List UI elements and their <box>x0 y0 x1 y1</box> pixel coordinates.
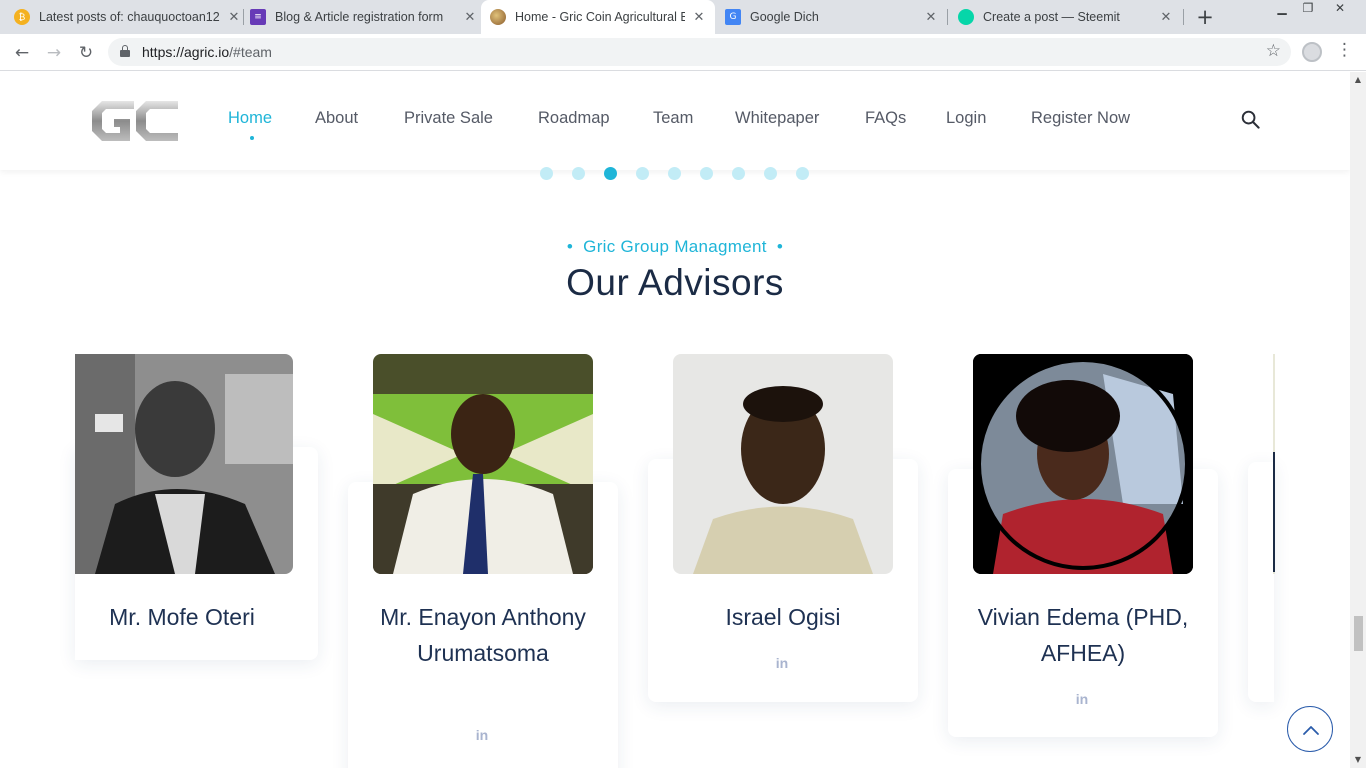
new-tab-plus-icon[interactable]: + <box>1193 4 1217 30</box>
browser-tab-2[interactable]: ≡ Blog & Article registration form ✕ <box>250 0 478 34</box>
tab-title: Home - Gric Coin Agricultural Bl <box>515 10 685 24</box>
tab-separator <box>243 9 244 25</box>
advisor-photo <box>973 354 1193 574</box>
steemit-icon <box>958 9 974 25</box>
close-icon[interactable]: ✕ <box>1158 10 1174 25</box>
page-viewport: Home About Private Sale Roadmap Team Whi… <box>0 72 1350 768</box>
advisor-name: Mr. Enayon Anthony Urumatsoma <box>380 604 586 666</box>
tab-separator <box>947 9 948 25</box>
tab-title: Latest posts of: chauquoctoan12 <box>39 10 220 24</box>
section-eyebrow: • Gric Group Managment • <box>566 237 784 256</box>
carousel-dot[interactable] <box>668 167 681 180</box>
linkedin-icon[interactable]: in <box>1072 691 1092 707</box>
address-bar[interactable]: https://agric.io/#team ☆ <box>108 38 1291 66</box>
back-to-top-button[interactable] <box>1287 706 1333 752</box>
advisor-photo <box>673 354 893 574</box>
linkedin-icon[interactable]: in <box>472 727 492 743</box>
carousel-dot[interactable] <box>732 167 745 180</box>
browser-tab-3-active[interactable]: Home - Gric Coin Agricultural Bl ✕ <box>481 0 715 34</box>
advisor-name: Vivian Edema (PHD, AFHEA) <box>977 604 1189 666</box>
browser-tab-1[interactable]: ₿ Latest posts of: chauquoctoan12 ✕ <box>14 0 242 34</box>
nav-whitepaper[interactable]: Whitepaper <box>735 109 819 128</box>
restore-icon[interactable]: ❐ <box>1294 0 1322 16</box>
nav-register-now[interactable]: Register Now <box>1031 109 1130 128</box>
url-text[interactable]: https://agric.io/#team <box>142 44 272 60</box>
chevron-up-icon <box>1303 726 1319 735</box>
close-icon[interactable]: ✕ <box>226 10 242 25</box>
tab-separator <box>1183 9 1184 25</box>
advisor-photo <box>75 354 293 574</box>
advisor-name: Israel Ogisi <box>725 604 841 630</box>
tab-title: Google Dich <box>750 10 819 24</box>
translate-icon: G <box>725 9 741 25</box>
lock-icon <box>120 45 130 58</box>
tab-title: Blog & Article registration form <box>275 10 444 24</box>
nav-private-sale[interactable]: Private Sale <box>404 109 493 128</box>
scrollbar-thumb[interactable] <box>1354 616 1363 651</box>
carousel-dot[interactable] <box>796 167 809 180</box>
nav-about[interactable]: About <box>315 109 358 128</box>
carousel-dot[interactable] <box>700 167 713 180</box>
search-icon[interactable] <box>1241 110 1260 129</box>
carousel-dot[interactable] <box>636 167 649 180</box>
carousel-dot[interactable] <box>604 167 617 180</box>
bookmark-star-icon[interactable]: ☆ <box>1266 41 1281 61</box>
scroll-up-arrow-icon[interactable]: ▲ <box>1350 72 1366 88</box>
linkedin-icon[interactable]: in <box>772 655 792 671</box>
browser-toolbar: ← → ↻ https://agric.io/#team ☆ <box>0 34 1366 71</box>
section-title: Our Advisors <box>566 262 784 303</box>
advisor-photo-partial-edge <box>1273 452 1275 572</box>
forms-icon: ≡ <box>250 9 266 25</box>
forward-arrow-icon[interactable]: → <box>42 41 66 65</box>
nav-faqs[interactable]: FAQs <box>865 109 906 128</box>
carousel-dot[interactable] <box>572 167 585 180</box>
window-close-icon[interactable]: ✕ <box>1326 0 1354 16</box>
reload-icon[interactable]: ↻ <box>74 41 98 65</box>
carousel-dot[interactable] <box>764 167 777 180</box>
minimize-icon[interactable]: ▁ <box>1268 0 1296 16</box>
nav-team[interactable]: Team <box>653 109 693 128</box>
close-icon[interactable]: ✕ <box>462 10 478 25</box>
browser-tab-4[interactable]: G Google Dich ✕ <box>725 0 939 34</box>
browser-menu-icon[interactable]: ⋮ <box>1336 40 1353 64</box>
nav-login[interactable]: Login <box>946 109 986 128</box>
tab-title: Create a post — Steemit <box>983 10 1120 24</box>
close-icon[interactable]: ✕ <box>691 10 707 25</box>
close-icon[interactable]: ✕ <box>923 10 939 25</box>
nav-roadmap[interactable]: Roadmap <box>538 109 610 128</box>
advisor-name: Mr. Mofe Oteri <box>109 604 255 630</box>
active-indicator-dot <box>250 136 254 140</box>
browser-tab-5[interactable]: Create a post — Steemit ✕ <box>958 0 1174 34</box>
scroll-down-arrow-icon[interactable]: ▼ <box>1350 752 1366 768</box>
carousel-dot[interactable] <box>540 167 553 180</box>
back-arrow-icon[interactable]: ← <box>10 41 34 65</box>
advisor-card-partial <box>1248 462 1274 702</box>
gric-logo[interactable] <box>90 99 180 143</box>
advisor-photo <box>373 354 593 574</box>
page-scrollbar[interactable]: ▲ ▼ <box>1350 72 1366 768</box>
gric-icon <box>490 9 506 25</box>
browser-tabstrip: ₿ Latest posts of: chauquoctoan12 ✕ ≡ Bl… <box>0 0 1366 34</box>
bitcoin-icon: ₿ <box>14 9 30 25</box>
site-header: Home About Private Sale Roadmap Team Whi… <box>0 72 1350 170</box>
nav-home[interactable]: Home <box>228 109 272 128</box>
profile-avatar-icon[interactable] <box>1302 42 1322 62</box>
